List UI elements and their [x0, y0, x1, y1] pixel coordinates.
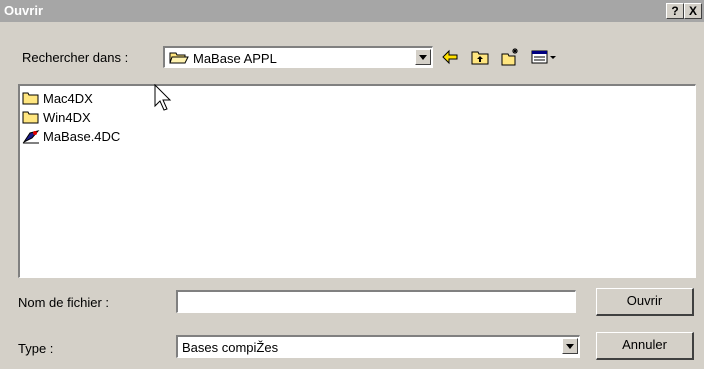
filetype-dropdown-button[interactable] [562, 338, 578, 354]
filename-input[interactable] [176, 290, 576, 313]
list-item[interactable]: MaBase.4DC [22, 127, 120, 145]
cancel-button[interactable]: Annuler [596, 332, 694, 360]
view-menu-icon[interactable] [530, 47, 558, 67]
close-button[interactable]: X [684, 3, 702, 19]
folder-icon [22, 111, 39, 123]
look-in-dropdown-button[interactable] [415, 49, 431, 65]
open-folder-icon [169, 52, 189, 64]
look-in-dropdown[interactable]: MaBase APPL [163, 46, 433, 68]
4d-database-icon [22, 129, 40, 143]
list-item[interactable]: Win4DX [22, 108, 91, 126]
look-in-value: MaBase APPL [193, 51, 277, 66]
list-item[interactable]: Mac4DX [22, 89, 93, 107]
filename-label: Nom de fichier : [18, 295, 110, 310]
back-icon[interactable] [440, 47, 460, 67]
mouse-cursor-icon [154, 84, 172, 111]
filetype-dropdown[interactable]: Bases compiŽes [176, 335, 580, 358]
file-name: Mac4DX [43, 90, 93, 106]
open-button[interactable]: Ouvrir [596, 288, 694, 316]
folder-icon [22, 92, 39, 104]
title-bar[interactable]: Ouvrir ? X [0, 0, 704, 22]
look-in-label: Rechercher dans : [22, 50, 129, 65]
window-title: Ouvrir [4, 3, 44, 18]
filetype-value: Bases compiŽes [182, 340, 279, 355]
open-dialog: Ouvrir ? X Rechercher dans : MaBase APPL [0, 0, 704, 369]
file-name: Win4DX [43, 109, 91, 125]
help-button[interactable]: ? [666, 3, 684, 19]
filetype-label: Type : [18, 341, 54, 356]
new-folder-icon[interactable] [500, 47, 520, 67]
up-folder-icon[interactable] [470, 47, 490, 67]
file-name: MaBase.4DC [43, 128, 121, 144]
file-list[interactable]: Mac4DX Win4DX MaBase.4DC [18, 84, 696, 278]
